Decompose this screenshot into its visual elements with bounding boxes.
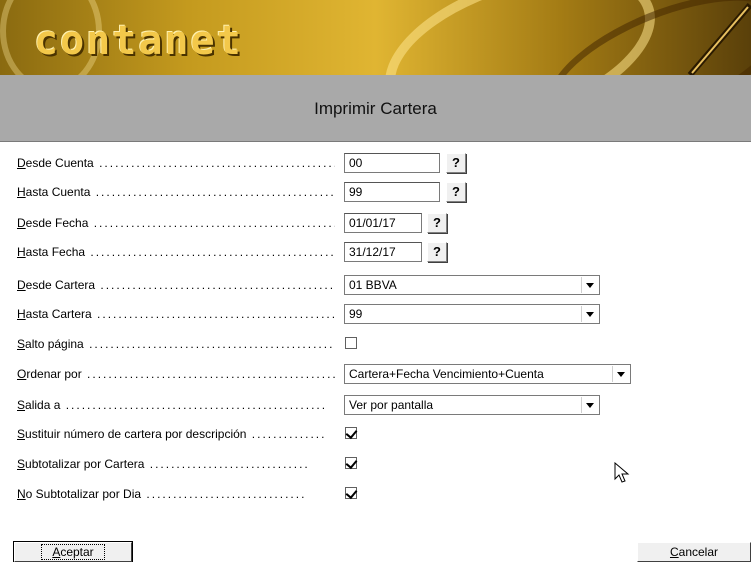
select-value: 01 BBVA <box>349 278 397 292</box>
accept-button[interactable]: Aceptar <box>13 541 133 562</box>
desde-fecha-input[interactable]: 01/01/17 <box>344 213 422 233</box>
field-label: Sustituir número de cartera por descripc… <box>17 427 327 441</box>
sustituir-numero-checkbox[interactable] <box>345 427 357 439</box>
row-desde-cuenta: Desde Cuenta ...........................… <box>0 153 751 175</box>
field-label: Hasta Fecha ............................… <box>17 245 335 259</box>
desde-cuenta-help-button[interactable]: ? <box>446 153 466 173</box>
select-value: 99 <box>349 307 363 321</box>
row-ordenar-por: Ordenar por ............................… <box>0 364 751 386</box>
ordenar-por-select[interactable]: Cartera+Fecha Vencimiento+Cuenta <box>344 364 631 384</box>
chevron-down-icon[interactable] <box>612 366 629 382</box>
pen-icon <box>687 3 751 75</box>
dialog-title: Imprimir Cartera <box>314 99 437 118</box>
row-desde-fecha: Desde Fecha ............................… <box>0 213 751 235</box>
field-label: Desde Fecha ............................… <box>17 216 335 230</box>
row-salto-pagina: Salto página ...........................… <box>0 334 751 356</box>
chevron-down-icon[interactable] <box>581 397 598 413</box>
field-label: Desde Cuenta ...........................… <box>17 156 335 170</box>
desde-cartera-select[interactable]: 01 BBVA <box>344 275 600 295</box>
row-subtotalizar-cartera: Subtotalizar por Cartera ...............… <box>0 454 751 476</box>
chevron-down-icon[interactable] <box>581 277 598 293</box>
salto-pagina-checkbox[interactable] <box>345 337 357 349</box>
row-hasta-cartera: Hasta Cartera ..........................… <box>0 304 751 326</box>
hasta-cuenta-help-button[interactable]: ? <box>446 182 466 202</box>
field-label: Hasta Cuenta ...........................… <box>17 185 335 199</box>
cancel-button-label: Cancelar <box>669 545 719 559</box>
field-label: No Subtotalizar por Dia ................… <box>17 487 307 501</box>
row-sustituir-numero: Sustituir número de cartera por descripc… <box>0 424 751 446</box>
field-label: Salto página ...........................… <box>17 337 335 351</box>
hasta-cartera-select[interactable]: 99 <box>344 304 600 324</box>
field-label: Subtotalizar por Cartera ...............… <box>17 457 310 471</box>
row-desde-cartera: Desde Cartera ..........................… <box>0 275 751 297</box>
app-logo: contanet <box>34 18 243 64</box>
hasta-cuenta-input[interactable]: 99 <box>344 182 440 202</box>
app-banner: contanet <box>0 0 751 75</box>
desde-cuenta-input[interactable]: 00 <box>344 153 440 173</box>
no-subtotalizar-dia-checkbox[interactable] <box>345 487 357 499</box>
hasta-fecha-help-button[interactable]: ? <box>427 242 447 262</box>
row-no-subtotalizar-dia: No Subtotalizar por Dia ................… <box>0 484 751 506</box>
select-value: Cartera+Fecha Vencimiento+Cuenta <box>349 367 544 381</box>
field-label: Ordenar por ............................… <box>17 367 335 381</box>
row-hasta-fecha: Hasta Fecha ............................… <box>0 242 751 264</box>
desde-fecha-help-button[interactable]: ? <box>427 213 447 233</box>
chevron-down-icon[interactable] <box>581 306 598 322</box>
field-label: Hasta Cartera ..........................… <box>17 307 335 321</box>
select-value: Ver por pantalla <box>349 398 434 412</box>
row-hasta-cuenta: Hasta Cuenta ...........................… <box>0 182 751 204</box>
dialog-header: Imprimir Cartera <box>0 75 751 142</box>
field-label: Desde Cartera ..........................… <box>17 278 335 292</box>
subtotalizar-cartera-checkbox[interactable] <box>345 457 357 469</box>
mouse-pointer-icon <box>614 462 630 483</box>
row-salida-a: Salida a ...............................… <box>0 395 751 417</box>
salida-a-select[interactable]: Ver por pantalla <box>344 395 600 415</box>
cancel-button[interactable]: Cancelar <box>637 542 751 562</box>
field-label: Salida a ...............................… <box>17 398 328 412</box>
hasta-fecha-input[interactable]: 31/12/17 <box>344 242 422 262</box>
accept-button-label: Aceptar <box>41 544 105 560</box>
